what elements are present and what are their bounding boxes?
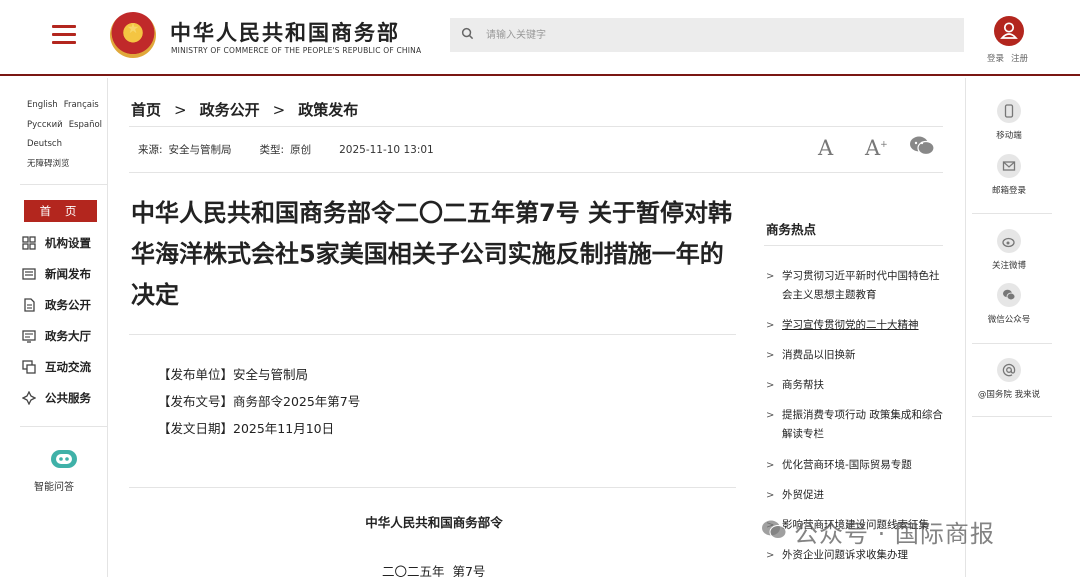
meta-type: 原创 (290, 144, 312, 156)
nav-item-public[interactable]: 政务公开 (22, 295, 91, 315)
nav-label: 公共服务 (45, 391, 91, 405)
nav-label: 机构设置 (45, 236, 91, 250)
national-emblem-icon: ★ (110, 12, 156, 58)
breadcrumb-home[interactable]: 首页 (131, 101, 161, 119)
accessibility-link[interactable]: 无障碍浏览 (27, 159, 70, 169)
login-link[interactable]: 登录 (987, 54, 1004, 64)
divider (972, 213, 1052, 214)
article-title: 中华人民共和国商务部令二〇二五年第7号 关于暂停对韩华海洋株式会社5家美国相关子… (131, 199, 733, 309)
wechat-share-icon[interactable] (909, 135, 935, 157)
site-logo-subtitle: MINISTRY OF COMMERCE OF THE PEOPLE'S REP… (171, 46, 422, 55)
hot-topic-item[interactable]: > 学习宣传贯彻党的二十大精神 (766, 316, 946, 335)
article-issuer: 中华人民共和国商务部令 (365, 515, 503, 530)
breadcrumb: 首页 > 政务公开 > 政策发布 (131, 101, 359, 119)
weibo-label[interactable]: 关注微博 (966, 259, 1052, 271)
wechat-icon[interactable] (997, 283, 1021, 307)
mobile-label[interactable]: 移动端 (966, 129, 1052, 141)
watermark-text: 公众号 · 国际商报 (794, 520, 995, 548)
home-button[interactable]: 首 页 (24, 200, 97, 222)
divider (972, 416, 1052, 417)
divider (129, 334, 736, 335)
lang-spanish[interactable]: Español (69, 120, 102, 130)
divider (129, 126, 943, 127)
mail-label[interactable]: 邮箱登录 (966, 184, 1052, 196)
divider (764, 245, 943, 246)
news-icon (22, 267, 36, 281)
hall-icon (22, 329, 36, 343)
login-links: 登录 注册 (987, 52, 1035, 64)
language-list: English Français Русский Español Deutsch 无… (27, 96, 108, 174)
hot-topics-title: 商务热点 (766, 222, 817, 237)
lang-french[interactable]: Français (64, 100, 99, 110)
lang-german[interactable]: Deutsch (27, 139, 62, 149)
hot-topic-item[interactable]: > 外贸促进 (766, 486, 946, 505)
hot-topic-item[interactable]: > 学习贯彻习近平新时代中国特色社会主义思想主题教育 (766, 267, 946, 305)
mail-icon[interactable] (997, 154, 1021, 178)
assistant-label[interactable]: 智能问答 (0, 478, 108, 493)
hot-topic-item[interactable]: > 消费品以旧换新 (766, 346, 946, 365)
org-icon (22, 236, 36, 250)
meta-source: 安全与管制局 (168, 144, 232, 156)
article-order-number: 二〇二五年 第7号 (382, 564, 486, 577)
service-icon (21, 390, 37, 406)
meta-type-key: 类型: (259, 144, 285, 156)
divider (20, 184, 107, 185)
article-meta: 来源: 安全与管制局 类型: 原创 2025-11-10 13:01 (138, 142, 462, 157)
nav-label: 政务公开 (45, 298, 91, 312)
meta-datetime: 2025-11-10 13:01 (339, 144, 434, 156)
breadcrumb-public[interactable]: 政务公开 (200, 101, 260, 119)
nav-label: 新闻发布 (45, 267, 91, 281)
meta-source-key: 来源: (138, 144, 163, 156)
divider (20, 426, 107, 427)
hot-topic-item[interactable]: > 提振消费专项行动 政策集成和综合解读专栏 (766, 406, 946, 444)
header: ★ 中华人民共和国商务部 MINISTRY OF COMMERCE OF THE… (0, 0, 1080, 76)
lang-english[interactable]: English (27, 100, 58, 110)
left-sidebar: English Français Русский Español Deutsch 无… (0, 78, 108, 577)
info-doc-number: 【发布文号】商务部令2025年第7号 (158, 394, 361, 409)
font-increase-letter: A (865, 136, 881, 160)
info-publisher: 【发布单位】安全与管制局 (158, 367, 309, 382)
wechat-watermark-icon (762, 520, 787, 539)
font-size-increase-button[interactable]: A+ (865, 136, 888, 160)
menu-icon[interactable] (52, 25, 76, 45)
nav-item-hall[interactable]: 政务大厅 (22, 326, 91, 346)
divider (972, 343, 1052, 344)
robot-icon[interactable] (48, 446, 80, 472)
search-input[interactable] (486, 18, 956, 52)
divider (129, 172, 943, 173)
divider (129, 487, 736, 488)
nav-item-org[interactable]: 机构设置 (22, 233, 91, 253)
site-logo-text[interactable]: 中华人民共和国商务部 (170, 17, 400, 47)
hot-topic-item[interactable]: > 优化营商环境-国际贸易专题 (766, 456, 946, 475)
lang-russian[interactable]: Русский (27, 120, 63, 130)
right-sidebar: 移动端 邮箱登录 关注微博 微信公众号 @国务院 我来说 (965, 78, 1080, 577)
at-icon[interactable] (997, 358, 1021, 382)
breadcrumb-policy[interactable]: 政策发布 (298, 101, 358, 119)
mobile-icon[interactable] (997, 99, 1021, 123)
wechat-label[interactable]: 微信公众号 (966, 313, 1052, 325)
nav-item-news[interactable]: 新闻发布 (22, 264, 91, 284)
search-icon[interactable] (461, 27, 474, 40)
hot-topic-item[interactable]: > 商务帮扶 (766, 376, 946, 395)
info-date: 【发文日期】2025年11月10日 (158, 421, 335, 436)
nav-item-interact[interactable]: 互动交流 (22, 357, 91, 377)
chat-icon (22, 360, 36, 374)
font-size-large-button[interactable]: A (818, 136, 833, 160)
weibo-icon[interactable] (997, 229, 1021, 253)
at-gov-label[interactable]: @国务院 我来说 (966, 388, 1052, 400)
nav-item-service[interactable]: 公共服务 (21, 388, 91, 408)
font-increase-plus: + (880, 140, 888, 150)
nav-label: 互动交流 (45, 360, 91, 374)
nav-label: 政务大厅 (45, 329, 91, 343)
article-info: 【发布单位】安全与管制局 【发布文号】商务部令2025年第7号 【发文日期】20… (158, 361, 360, 442)
document-icon (22, 298, 36, 312)
register-link[interactable]: 注册 (1011, 54, 1028, 64)
user-icon[interactable] (994, 16, 1024, 46)
